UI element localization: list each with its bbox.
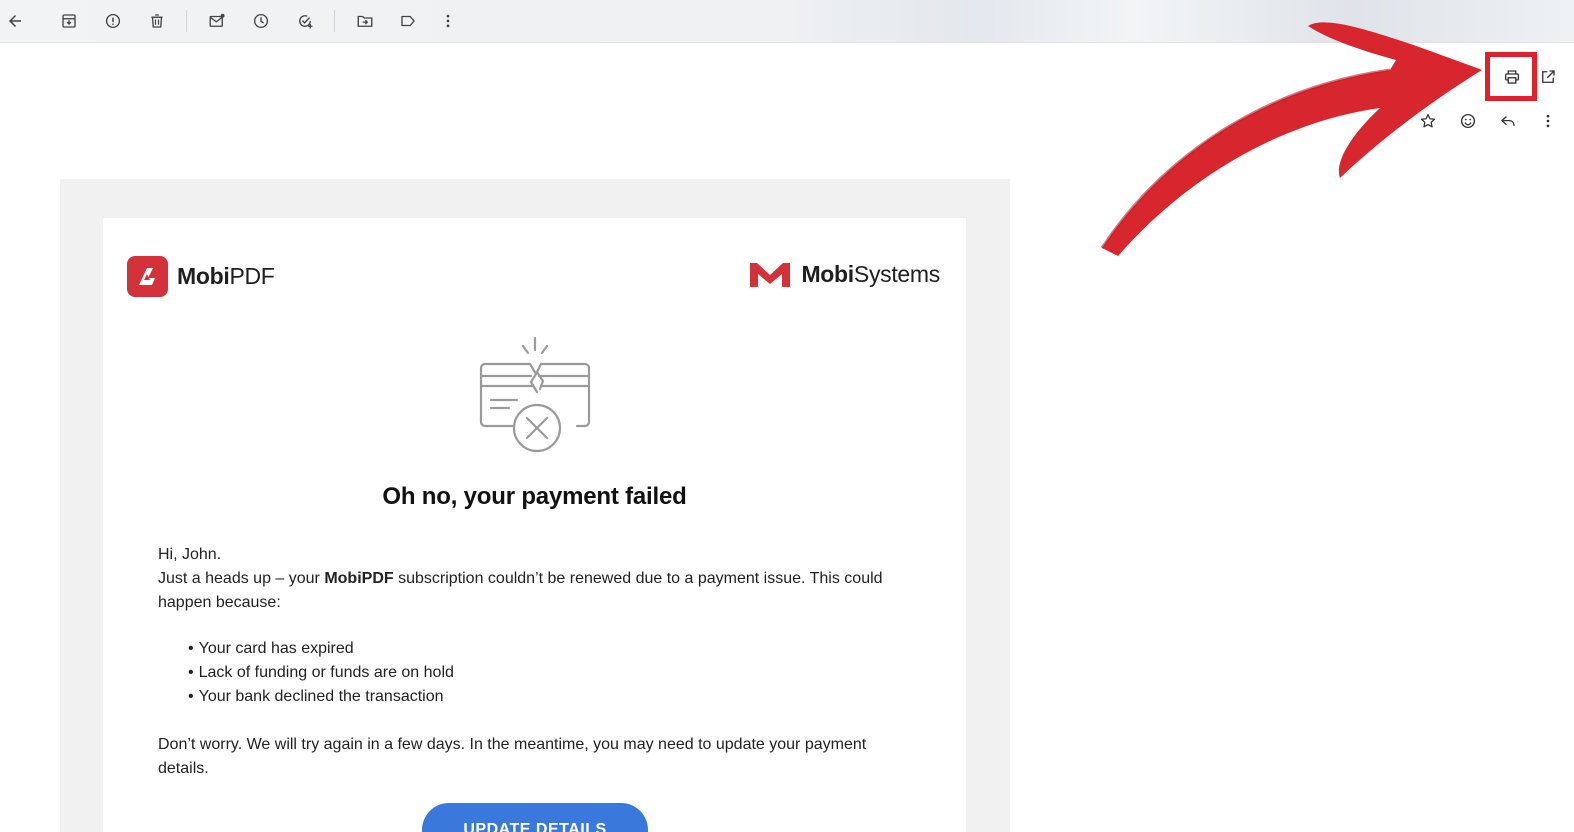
open-new-window-icon: [1542, 70, 1555, 83]
toolbar-divider: [186, 10, 187, 32]
toolbar-divider: [334, 10, 335, 32]
mobipdf-brand: MobiPDF: [127, 256, 275, 297]
add-task-icon: [299, 15, 313, 29]
greeting-text: Hi, John.: [158, 546, 222, 563]
gmail-email-view: MobiPDF MobiSystems Oh no, your payment …: [0, 0, 1574, 832]
report-spam-icon: [105, 13, 121, 29]
mobisystems-brand: MobiSystems: [749, 260, 940, 288]
list-item: Your card has expired: [188, 637, 908, 661]
snooze-icon: [253, 13, 269, 29]
list-item: Lack of funding or funds are on hold: [188, 661, 908, 685]
label-icon: [401, 15, 415, 27]
star-icon: [1420, 113, 1436, 128]
print-all-button[interactable]: [1497, 62, 1527, 92]
list-item: Your bank declined the transaction: [188, 685, 908, 709]
mark-unread-button[interactable]: [202, 6, 232, 36]
report-spam-button[interactable]: [98, 6, 128, 36]
archive-icon: [62, 14, 76, 28]
star-button[interactable]: [1413, 106, 1443, 136]
label-button[interactable]: [393, 6, 423, 36]
back-button[interactable]: [0, 6, 30, 36]
archive-button[interactable]: [54, 6, 84, 36]
mobipdf-logo-icon: [127, 256, 168, 297]
reply-icon: [1501, 116, 1515, 126]
add-reaction-button[interactable]: [1453, 106, 1483, 136]
broken-card-failure-icon: [479, 336, 591, 453]
print-icon: [1504, 70, 1520, 84]
delete-button[interactable]: [142, 6, 172, 36]
reasons-list: Your card has expired Lack of funding or…: [188, 637, 908, 709]
move-to-icon: [357, 15, 373, 27]
message-more-options-button[interactable]: [1533, 106, 1563, 136]
mobisystems-logo-icon: [750, 263, 791, 287]
reply-button[interactable]: [1493, 106, 1523, 136]
closing-paragraph: Don’t worry. We will try again in a few …: [158, 736, 867, 777]
email-toolbar: [0, 0, 1574, 43]
more-options-button[interactable]: [433, 6, 463, 36]
more-vert-icon: [1546, 114, 1550, 128]
email-message-text: Hi, John. Just a heads up – your MobiPDF…: [158, 543, 908, 781]
email-card: MobiPDF MobiSystems Oh no, your payment …: [103, 218, 966, 832]
snooze-button[interactable]: [246, 6, 276, 36]
intro-paragraph: Just a heads up – your MobiPDF subscript…: [158, 570, 883, 611]
delete-icon: [151, 14, 163, 28]
mark-unread-icon: [209, 13, 225, 27]
emoji-icon: [1460, 113, 1476, 129]
open-in-new-window-button[interactable]: [1533, 62, 1563, 92]
email-headline: Oh no, your payment failed: [382, 483, 687, 510]
mobipdf-wordmark: MobiPDF: [177, 263, 275, 289]
mobisystems-wordmark: MobiSystems: [801, 260, 940, 287]
move-to-button[interactable]: [350, 6, 380, 36]
back-arrow-icon: [9, 15, 21, 27]
more-vert-icon: [446, 14, 450, 28]
update-details-button[interactable]: UPDATE DETAILS: [422, 803, 648, 832]
email-body-background: MobiPDF MobiSystems Oh no, your payment …: [60, 179, 1010, 832]
add-task-button[interactable]: [290, 6, 320, 36]
